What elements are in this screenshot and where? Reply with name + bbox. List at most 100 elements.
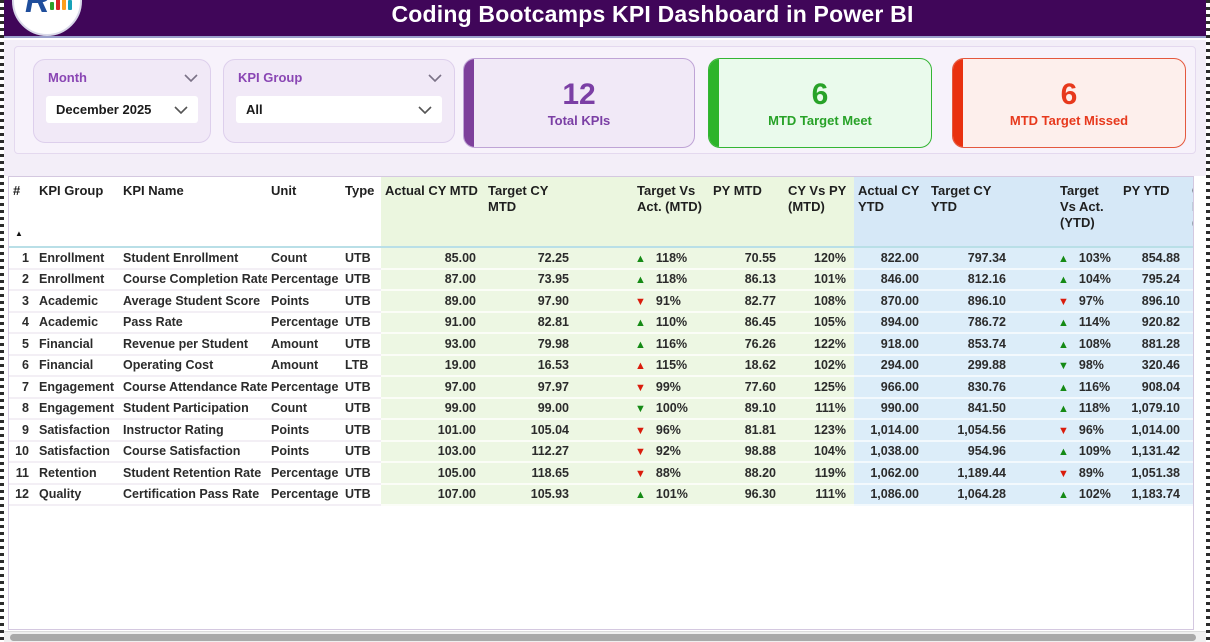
column-header-actual-cy-ytd[interactable]: Actual CY YTD [854, 177, 927, 248]
horizontal-scrollbar-thumb[interactable] [10, 634, 1196, 641]
table-cell: 320.46 [1119, 354, 1188, 377]
down-arrow-icon: ▼ [635, 446, 646, 459]
table-cell: 846.00 [854, 268, 927, 291]
column-header-target-cy-mtd[interactable]: Target CY MTD [484, 177, 577, 248]
table-cell: 18.62 [709, 354, 784, 377]
table-cell [1188, 354, 1193, 377]
table-row: 7 Engagement Course Attendance Rate Perc… [9, 376, 1193, 399]
table-cell [1188, 333, 1193, 356]
column-header-kpi-name[interactable]: KPI Name [119, 177, 267, 248]
kpi-group-dropdown[interactable]: All [236, 96, 442, 123]
column-header-actual-cy-mtd[interactable]: Actual CY MTD [381, 177, 484, 248]
table-cell: Satisfaction [35, 440, 119, 463]
table-cell: ▲ 116% [1014, 376, 1119, 399]
table-cell: ▲ 109% [1014, 440, 1119, 463]
table-row: 8 Engagement Student Participation Count… [9, 397, 1193, 420]
table-row: 12 Quality Certification Pass Rate Perce… [9, 483, 1193, 506]
table-cell: ▲ 101% [577, 483, 709, 506]
table-cell: Points [267, 290, 341, 313]
table-header-row: # ▲ KPI Group KPI Name Unit Type Actual … [9, 177, 1193, 248]
table-cell [1188, 311, 1193, 334]
table-row: 3 Academic Average Student Score Points … [9, 290, 1193, 313]
up-arrow-icon: ▲ [1058, 381, 1069, 394]
table-cell: UTB [341, 419, 381, 442]
column-header-kpi-group[interactable]: KPI Group [35, 177, 119, 248]
table-cell: Quality [35, 483, 119, 506]
mtd-target-missed-label: MTD Target Missed [1009, 112, 1129, 128]
table-cell [1188, 268, 1193, 291]
right-edge-decoration [1206, 0, 1210, 642]
table-cell: 125% [784, 376, 854, 399]
table-cell: 2 [9, 268, 35, 291]
month-slicer: Month December 2025 [33, 59, 211, 143]
table-cell: Retention [35, 462, 119, 485]
table-cell: 1,189.44 [927, 462, 1014, 485]
table-cell: Course Attendance Rate [119, 376, 267, 399]
column-header-index[interactable]: # ▲ [9, 177, 35, 248]
table-cell: Count [267, 397, 341, 420]
column-header-py-mtd[interactable]: PY MTD [709, 177, 784, 248]
month-slicer-label: Month [48, 70, 87, 85]
table-cell: 1,014.00 [854, 419, 927, 442]
table-cell: ▲ 114% [1014, 311, 1119, 334]
column-header-cy-vs-py-ytd[interactable]: CY Vs PY (YTD) [1188, 177, 1193, 248]
table-cell: 1,014.00 [1119, 419, 1188, 442]
percent-value: 115% [655, 358, 688, 373]
chevron-down-icon[interactable] [428, 73, 442, 82]
table-cell: 1,054.56 [927, 419, 1014, 442]
table-cell: 1,051.38 [1119, 462, 1188, 485]
table-cell: ▼ 100% [577, 397, 709, 420]
chevron-down-icon[interactable] [418, 105, 432, 114]
column-header-target-vs-act-mtd[interactable]: Target Vs Act. (MTD) [577, 177, 709, 248]
table-cell [1188, 462, 1193, 485]
table-cell: 82.81 [484, 311, 577, 334]
table-cell: 894.00 [854, 311, 927, 334]
column-header-unit[interactable]: Unit [267, 177, 341, 248]
table-cell: Amount [267, 333, 341, 356]
table-cell: UTB [341, 333, 381, 356]
table-cell: ▲ 108% [1014, 333, 1119, 356]
chevron-down-icon[interactable] [174, 105, 188, 114]
sort-ascending-icon[interactable]: ▲ [15, 226, 23, 242]
table-cell: 1,079.10 [1119, 397, 1188, 420]
card-accent-bar [709, 59, 719, 147]
chevron-down-icon[interactable] [184, 73, 198, 82]
column-header-cy-vs-py-mtd[interactable]: CY Vs PY (MTD) [784, 177, 854, 248]
percent-value: 101% [655, 487, 688, 502]
table-cell: Financial [35, 354, 119, 377]
column-header-target-vs-act-ytd[interactable]: Target Vs Act. (YTD) [1014, 177, 1119, 248]
table-cell: 86.13 [709, 268, 784, 291]
table-cell: 96.30 [709, 483, 784, 506]
up-arrow-icon: ▲ [635, 252, 646, 265]
table-cell: 854.88 [1119, 247, 1188, 270]
table-cell: Engagement [35, 397, 119, 420]
down-arrow-icon: ▼ [635, 381, 646, 394]
month-dropdown-value: December 2025 [56, 102, 152, 117]
table-cell [1188, 419, 1193, 442]
table-cell: 118.65 [484, 462, 577, 485]
table-cell: Enrollment [35, 247, 119, 270]
up-arrow-icon: ▲ [1058, 252, 1069, 265]
column-header-target-cy-ytd[interactable]: Target CY YTD [927, 177, 1014, 248]
percent-value: 109% [1078, 444, 1111, 459]
table-cell: 88.20 [709, 462, 784, 485]
up-arrow-icon: ▲ [635, 274, 646, 287]
table-cell: 119% [784, 462, 854, 485]
table-row: 6 Financial Operating Cost Amount LTB 19… [9, 354, 1193, 377]
table-cell: 98.88 [709, 440, 784, 463]
table-cell: 918.00 [854, 333, 927, 356]
table-cell: 87.00 [381, 268, 484, 291]
table-cell: 19.00 [381, 354, 484, 377]
table-cell: 73.95 [484, 268, 577, 291]
column-header-py-ytd[interactable]: PY YTD [1119, 177, 1188, 248]
table-cell: 881.28 [1119, 333, 1188, 356]
table-cell: 1,062.00 [854, 462, 927, 485]
mtd-target-meet-value: 6 [811, 77, 829, 111]
column-header-type[interactable]: Type [341, 177, 381, 248]
table-cell: 812.16 [927, 268, 1014, 291]
table-cell: 1,038.00 [854, 440, 927, 463]
month-dropdown[interactable]: December 2025 [46, 96, 198, 123]
table-cell: 103.00 [381, 440, 484, 463]
table-cell [1188, 397, 1193, 420]
table-cell: 105.00 [381, 462, 484, 485]
